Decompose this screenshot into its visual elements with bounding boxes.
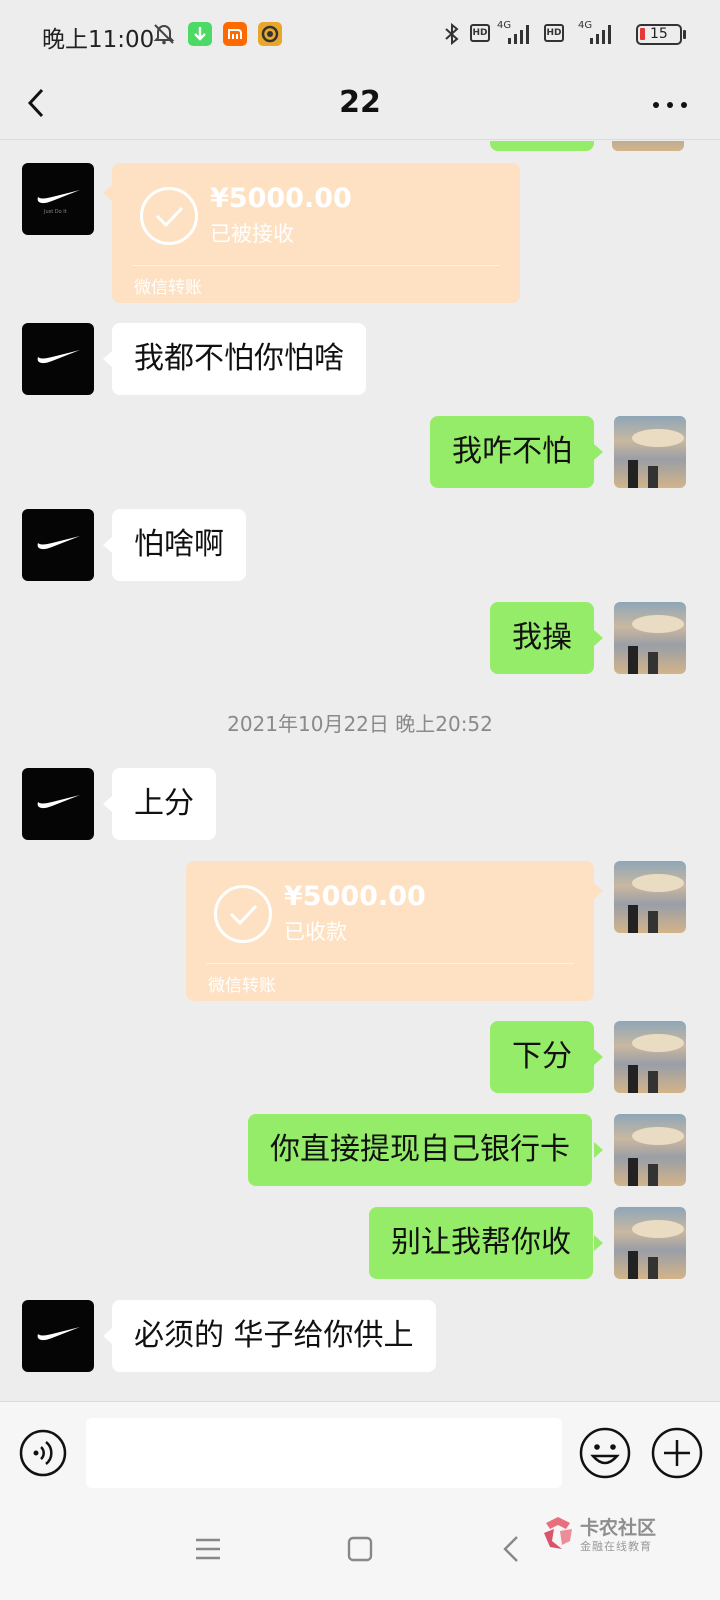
message-bubble-in[interactable]: 我都不怕你怕啥 xyxy=(112,323,366,395)
status-bar: 晚上11:00 HD 4G HD 4G 15 xyxy=(0,0,720,68)
transfer-label: 微信转账 xyxy=(134,278,202,298)
message-bubble-in[interactable]: 必须的 华子给你供上 xyxy=(112,1300,436,1372)
check-circle-icon xyxy=(140,187,198,245)
self-avatar[interactable] xyxy=(614,1021,686,1093)
chat-title: 22 xyxy=(339,85,381,120)
transfer-status: 已收款 xyxy=(284,920,347,944)
self-avatar[interactable] xyxy=(614,861,686,933)
transfer-status: 已被接收 xyxy=(210,222,294,246)
signal-icon xyxy=(508,25,529,44)
signal-icon-2 xyxy=(590,25,611,44)
mute-bell-icon xyxy=(153,24,175,45)
contact-avatar[interactable] xyxy=(22,323,94,395)
transfer-card-sent[interactable]: ¥5000.00 已收款 微信转账 xyxy=(186,861,594,1001)
self-avatar[interactable] xyxy=(614,602,686,674)
status-time: 晚上11:00 xyxy=(42,27,155,53)
system-nav-bar: 卡农社区 金融在线教育 xyxy=(0,1503,720,1600)
self-avatar[interactable] xyxy=(612,141,684,151)
home-square-icon[interactable] xyxy=(340,1529,380,1569)
watermark-title: 卡农社区 xyxy=(580,1517,657,1539)
message-bubble-out[interactable]: 下分 xyxy=(490,1021,594,1093)
message-bubble-in[interactable]: 怕啥啊 xyxy=(112,509,246,581)
contact-avatar[interactable] xyxy=(22,1300,94,1372)
more-dots-icon[interactable] xyxy=(640,78,700,128)
contact-avatar[interactable] xyxy=(22,768,94,840)
input-bar xyxy=(0,1401,720,1503)
watermark-logo-icon xyxy=(544,1517,572,1549)
menu-icon[interactable] xyxy=(188,1529,228,1569)
contact-avatar[interactable]: Just Do It xyxy=(22,163,94,235)
mi-icon xyxy=(223,22,247,46)
hd-badge-1: HD xyxy=(470,24,490,42)
emoji-icon[interactable] xyxy=(578,1426,632,1480)
contact-avatar[interactable] xyxy=(22,509,94,581)
message-bubble-in[interactable]: 上分 xyxy=(112,768,216,840)
transfer-card-received[interactable]: ¥5000.00 已被接收 微信转账 xyxy=(112,163,520,303)
watermark-subtitle: 金融在线教育 xyxy=(580,1540,652,1553)
chat-header: 22 xyxy=(0,68,720,140)
avatar-slogan: Just Do It xyxy=(43,209,67,215)
self-avatar[interactable] xyxy=(614,416,686,488)
previous-message-partial xyxy=(490,141,594,151)
message-bubble-out[interactable]: 我操 xyxy=(490,602,594,674)
hd-badge-2: HD xyxy=(544,24,564,42)
self-avatar[interactable] xyxy=(614,1114,686,1186)
plus-icon[interactable] xyxy=(650,1426,704,1480)
message-bubble-out[interactable]: 你直接提现自己银行卡 xyxy=(248,1114,592,1186)
back-triangle-icon[interactable] xyxy=(492,1529,532,1569)
battery-level: 15 xyxy=(650,26,668,42)
bluetooth-icon xyxy=(445,22,459,46)
chat-timestamp: 2021年10月22日 晚上20:52 xyxy=(227,712,493,736)
self-avatar[interactable] xyxy=(614,1207,686,1279)
download-icon xyxy=(188,22,212,46)
transfer-amount: ¥5000.00 xyxy=(210,183,352,214)
voice-icon[interactable] xyxy=(18,1428,68,1478)
message-bubble-out[interactable]: 别让我帮你收 xyxy=(369,1207,593,1279)
battery-icon: 15 xyxy=(636,24,682,45)
transfer-amount: ¥5000.00 xyxy=(284,881,426,912)
app-icon xyxy=(258,22,282,46)
check-circle-icon xyxy=(214,885,272,943)
watermark: 卡农社区 金融在线教育 xyxy=(540,1513,710,1557)
chat-area[interactable]: Just Do It ¥5000.00 已被接收 微信转账 我都不怕你怕啥 我咋… xyxy=(0,141,720,1401)
transfer-label: 微信转账 xyxy=(208,976,276,996)
message-bubble-out[interactable]: 我咋不怕 xyxy=(430,416,594,488)
message-input[interactable] xyxy=(86,1418,562,1488)
